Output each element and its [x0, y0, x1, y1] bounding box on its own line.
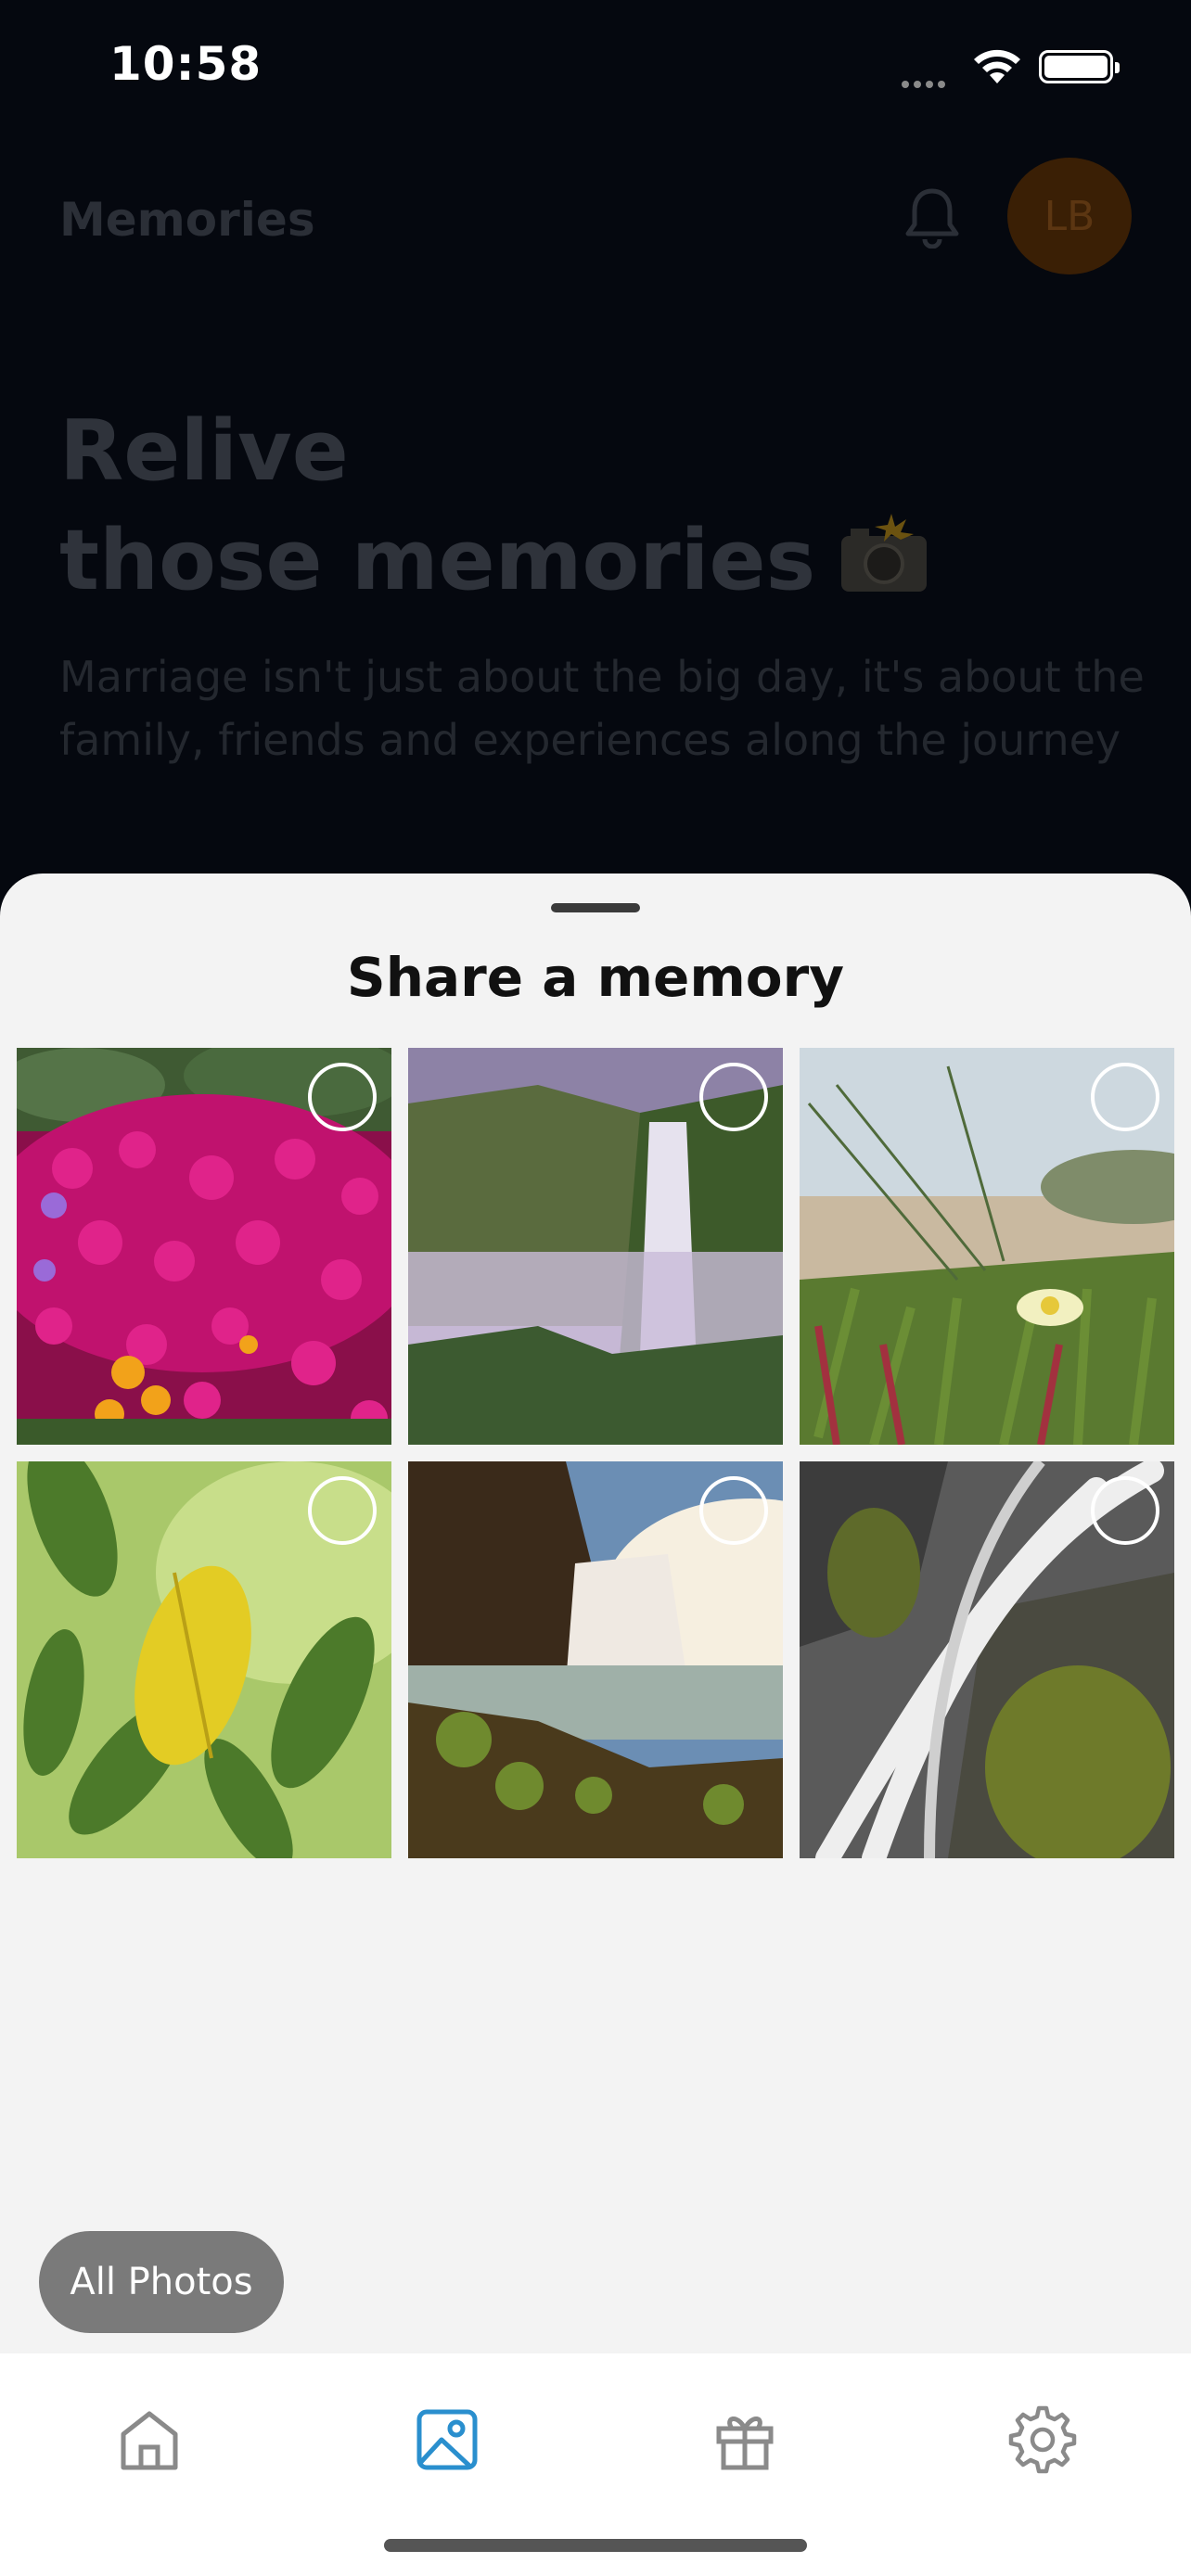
photo-tile-flowers[interactable]: [17, 1048, 391, 1445]
all-photos-button[interactable]: All Photos: [39, 2231, 284, 2333]
select-toggle[interactable]: [1091, 1063, 1159, 1131]
tab-memories[interactable]: [405, 2400, 489, 2483]
avatar[interactable]: LB: [1007, 158, 1132, 274]
select-toggle[interactable]: [1091, 1476, 1159, 1545]
photo-tile-misty-waterfall[interactable]: [408, 1048, 783, 1445]
photo-tile-cascade[interactable]: [800, 1461, 1174, 1858]
photo-tile-sunrise-waterfall[interactable]: [408, 1461, 783, 1858]
background-screen: Memories LB Relive those memories Marria…: [0, 0, 1191, 890]
share-memory-sheet: Share a memory All Photos: [0, 874, 1191, 2353]
sheet-grabber[interactable]: [551, 903, 640, 912]
hero-title: Relive those memories: [59, 397, 928, 620]
select-toggle[interactable]: [308, 1476, 377, 1545]
tab-settings[interactable]: [1001, 2400, 1084, 2483]
hero-subtitle: Marriage isn't just about the big day, i…: [59, 652, 1145, 765]
bell-icon[interactable]: [903, 185, 961, 252]
camera-flash-icon: [839, 511, 928, 620]
hero-title-text: those memories: [59, 512, 816, 609]
gift-icon: [711, 2406, 778, 2477]
gear-icon: [1007, 2404, 1078, 2479]
image-icon: [414, 2406, 480, 2477]
tab-home[interactable]: [108, 2400, 191, 2483]
photo-tile-beach-flower[interactable]: [800, 1048, 1174, 1445]
select-toggle[interactable]: [699, 1476, 768, 1545]
avatar-initials: LB: [1044, 192, 1095, 240]
page-title: Memories: [59, 193, 315, 247]
hero-title-line-1: Relive: [59, 402, 349, 500]
select-toggle[interactable]: [699, 1063, 768, 1131]
sheet-title: Share a memory: [346, 946, 845, 1009]
select-toggle[interactable]: [308, 1063, 377, 1131]
hero-title-line-2: those memories: [59, 506, 928, 620]
home-indicator[interactable]: [384, 2539, 807, 2552]
tab-gifts[interactable]: [703, 2400, 787, 2483]
home-icon: [116, 2406, 183, 2477]
photo-tile-yellow-leaf[interactable]: [17, 1461, 391, 1858]
